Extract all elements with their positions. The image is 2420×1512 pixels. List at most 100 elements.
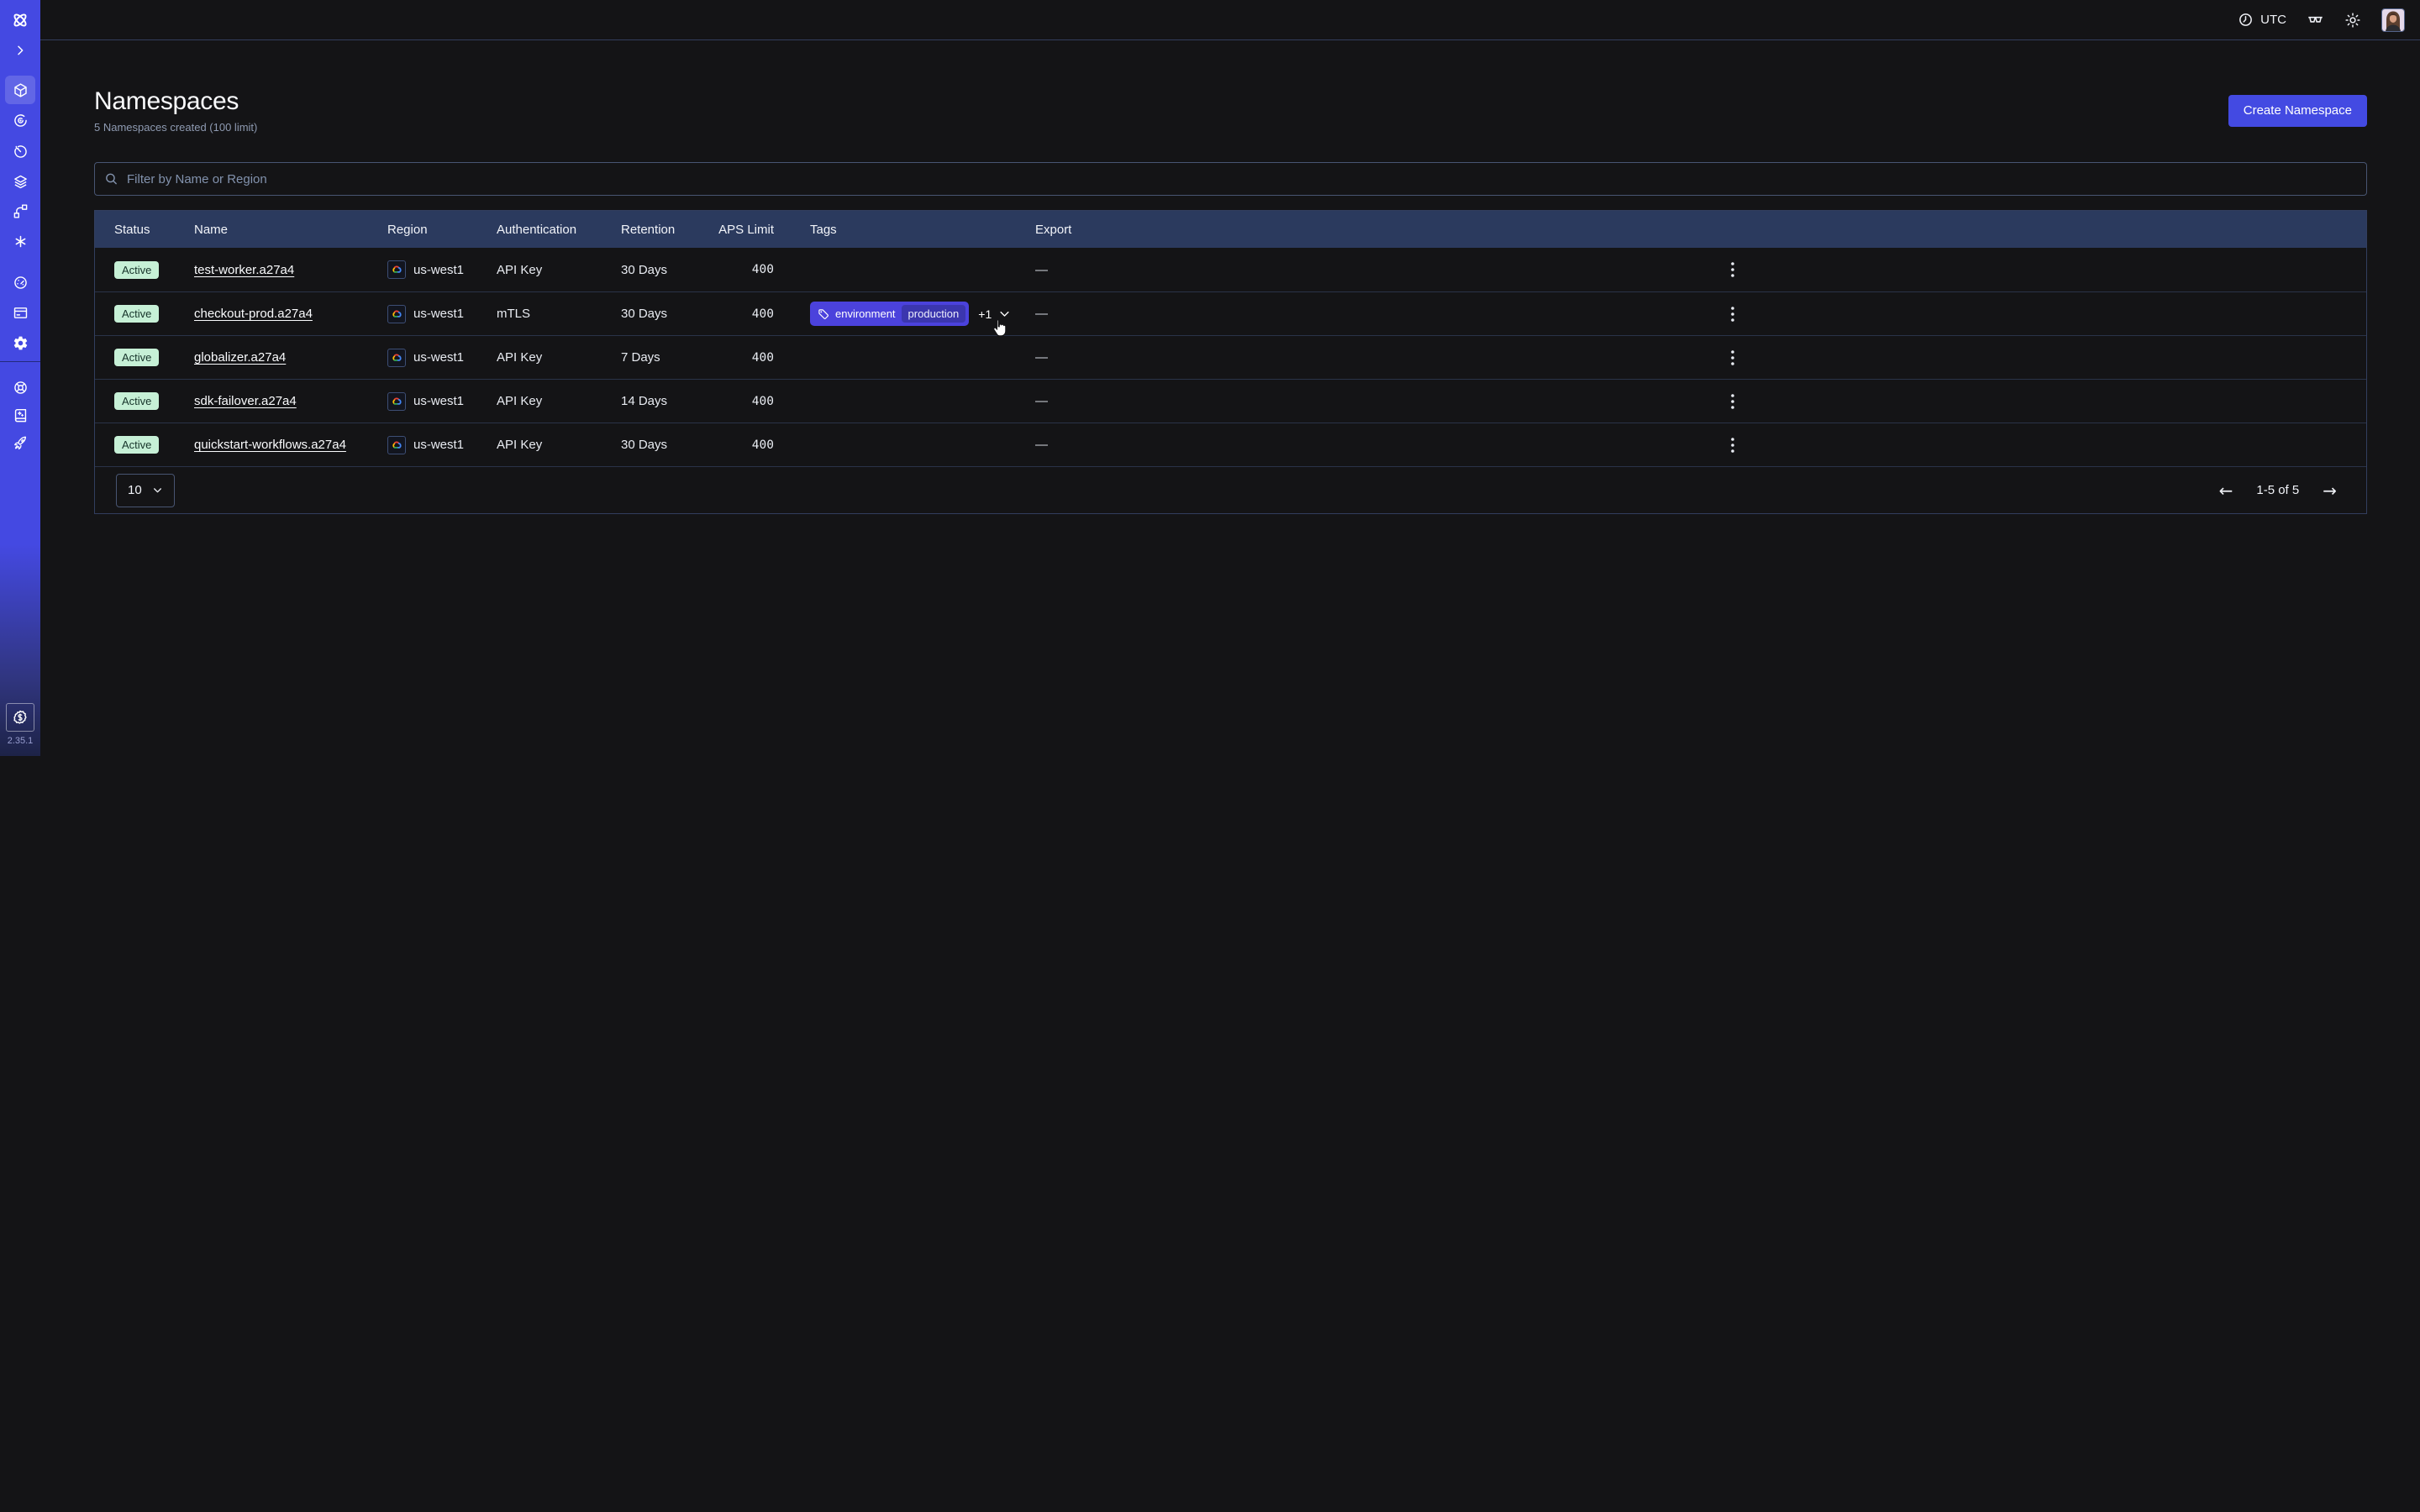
table-row: Active sdk-failover.a27a4 us-west1 API K…: [95, 379, 2366, 423]
retention-value: 30 Days: [621, 263, 717, 277]
user-avatar[interactable]: [2381, 8, 2405, 32]
status-badge: Active: [114, 261, 159, 279]
namespace-link[interactable]: test-worker.a27a4: [194, 263, 294, 277]
sidebar-item-workflows[interactable]: [5, 106, 35, 134]
export-value: —: [1035, 350, 1107, 365]
sidebar-item-support[interactable]: [5, 373, 35, 402]
timezone-label: UTC: [2260, 13, 2286, 27]
row-actions-kebab-button[interactable]: [1728, 347, 1738, 369]
clock-icon: [2238, 12, 2254, 28]
filter-input[interactable]: [94, 162, 2367, 196]
namespaces-table: Status Name Region Authentication Retent…: [94, 210, 2367, 514]
google-cloud-icon: [387, 305, 406, 323]
labs-glasses-toggle[interactable]: [2307, 11, 2324, 29]
sidebar: 2.35.1: [0, 0, 40, 756]
retention-value: 30 Days: [621, 438, 717, 452]
table-row: Active globalizer.a27a4 us-west1 API Key…: [95, 335, 2366, 379]
temporal-logo-icon[interactable]: [5, 6, 35, 34]
pagination-range-label: 1-5 of 5: [2256, 483, 2299, 497]
column-header-status: Status: [114, 223, 194, 237]
retention-value: 14 Days: [621, 394, 717, 408]
tags-more-label: +1: [978, 307, 992, 321]
tags-expand-chevron[interactable]: [998, 307, 1011, 320]
sidebar-item-getting-started[interactable]: [5, 428, 35, 457]
sidebar-item-usage[interactable]: [5, 268, 35, 297]
chevron-down-icon: [152, 485, 163, 496]
column-header-export: Export: [1035, 223, 1107, 237]
namespace-link[interactable]: quickstart-workflows.a27a4: [194, 438, 346, 452]
region-label: us-west1: [413, 263, 464, 277]
column-header-aps-limit: APS Limit: [717, 223, 774, 237]
page-size-select[interactable]: 10: [116, 474, 175, 507]
export-value: —: [1035, 438, 1107, 452]
authentication-value: API Key: [497, 438, 621, 452]
retention-value: 30 Days: [621, 307, 717, 321]
aps-limit-value: 400: [717, 395, 774, 408]
create-namespace-button[interactable]: Create Namespace: [2228, 95, 2367, 127]
tag-icon: [818, 308, 829, 320]
column-header-name: Name: [194, 223, 387, 237]
export-value: —: [1035, 394, 1107, 408]
namespace-link[interactable]: globalizer.a27a4: [194, 350, 286, 365]
timezone-button[interactable]: UTC: [2238, 12, 2286, 28]
retention-value: 7 Days: [621, 350, 717, 365]
row-actions-kebab-button[interactable]: [1728, 303, 1738, 325]
export-value: —: [1035, 263, 1107, 277]
namespace-link[interactable]: sdk-failover.a27a4: [194, 394, 297, 408]
aps-limit-value: 400: [717, 438, 774, 452]
theme-toggle-sun-icon[interactable]: [2344, 12, 2361, 29]
table-row: Active quickstart-workflows.a27a4 us-wes…: [95, 423, 2366, 466]
table-header-row: Status Name Region Authentication Retent…: [95, 211, 2366, 248]
google-cloud-icon: [387, 260, 406, 279]
row-actions-kebab-button[interactable]: [1728, 259, 1738, 281]
table-body: Active test-worker.a27a4 us-west1 API Ke…: [95, 248, 2366, 466]
status-badge: Active: [114, 349, 159, 366]
sidebar-item-settings[interactable]: [5, 328, 35, 357]
sidebar-item-billing[interactable]: [5, 298, 35, 327]
app-version: 2.35.1: [0, 736, 40, 746]
export-value: —: [1035, 307, 1107, 321]
sidebar-item-namespaces[interactable]: [5, 76, 35, 104]
sidebar-item-docs[interactable]: [5, 401, 35, 429]
tag-value: production: [902, 305, 966, 323]
tags-cell: environment production +1: [774, 302, 1035, 326]
page-subtitle: 5 Namespaces created (100 limit): [94, 121, 257, 134]
google-cloud-icon: [387, 392, 406, 411]
table-row: Active test-worker.a27a4 us-west1 API Ke…: [95, 248, 2366, 291]
region-label: us-west1: [413, 350, 464, 365]
google-cloud-icon: [387, 436, 406, 454]
tag-pill[interactable]: environment production: [810, 302, 969, 326]
authentication-value: API Key: [497, 350, 621, 365]
row-actions-kebab-button[interactable]: [1728, 391, 1738, 412]
search-icon: [104, 172, 118, 186]
page-title: Namespaces: [94, 87, 257, 116]
page-size-value: 10: [128, 483, 142, 497]
column-header-region: Region: [387, 223, 497, 237]
sidebar-item-batch-operations[interactable]: [5, 227, 35, 255]
sidebar-item-nexus[interactable]: [5, 197, 35, 225]
next-page-button[interactable]: →: [2323, 482, 2337, 499]
status-badge: Active: [114, 305, 159, 323]
previous-page-button[interactable]: ←: [2219, 482, 2233, 499]
row-actions-kebab-button[interactable]: [1728, 434, 1738, 456]
authentication-value: API Key: [497, 394, 621, 408]
pagination-bar: 10 ← 1-5 of 5 →: [95, 466, 2366, 513]
sidebar-item-schedules[interactable]: [5, 137, 35, 165]
namespace-link[interactable]: checkout-prod.a27a4: [194, 307, 313, 321]
column-header-tags: Tags: [774, 223, 1035, 237]
sidebar-expand-button[interactable]: [5, 36, 35, 65]
column-header-retention: Retention: [621, 223, 717, 237]
pricing-seal-icon[interactable]: [6, 703, 34, 732]
authentication-value: mTLS: [497, 307, 621, 321]
column-header-authentication: Authentication: [497, 223, 621, 237]
aps-limit-value: 400: [717, 351, 774, 365]
authentication-value: API Key: [497, 263, 621, 277]
main-content: Namespaces 5 Namespaces created (100 lim…: [40, 40, 2420, 1512]
status-badge: Active: [114, 436, 159, 454]
region-label: us-west1: [413, 438, 464, 452]
google-cloud-icon: [387, 349, 406, 367]
status-badge: Active: [114, 392, 159, 410]
region-label: us-west1: [413, 394, 464, 408]
sidebar-item-deployments[interactable]: [5, 167, 35, 196]
tag-key: environment: [835, 307, 896, 320]
